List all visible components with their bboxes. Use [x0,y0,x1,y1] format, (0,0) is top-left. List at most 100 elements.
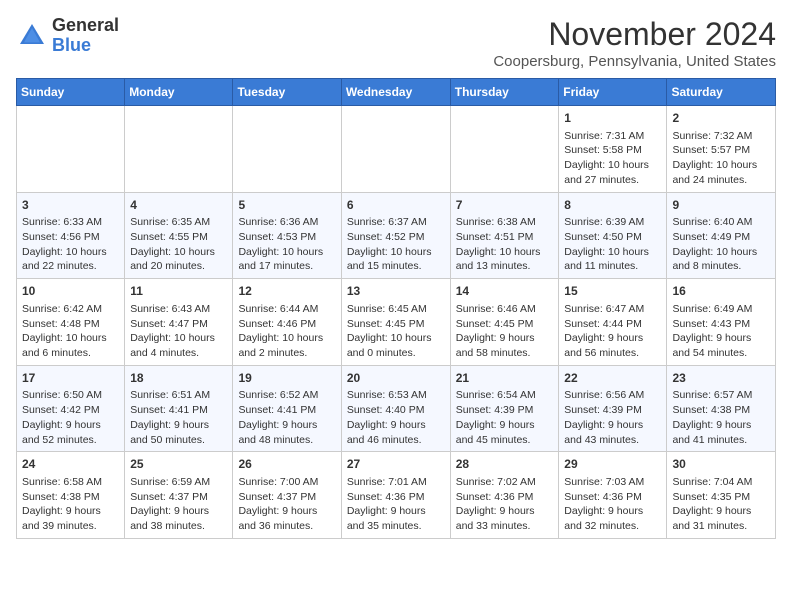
calendar-cell: 2 Sunrise: 7:32 AM Sunset: 5:57 PM Daylig… [667,106,776,193]
day-number: 19 [238,370,335,387]
calendar-cell [17,106,125,193]
calendar-week-0: 1Sunrise: 7:31 AM Sunset: 5:58 PM Daylig… [17,106,776,193]
day-number: 14 [456,283,554,300]
calendar-cell: 6Sunrise: 6:37 AM Sunset: 4:52 PM Daylig… [341,192,450,279]
calendar-cell: 29Sunrise: 7:03 AM Sunset: 4:36 PM Dayli… [559,452,667,539]
day-number: 5 [238,197,335,214]
calendar-cell: 13Sunrise: 6:45 AM Sunset: 4:45 PM Dayli… [341,279,450,366]
calendar-cell: 9Sunrise: 6:40 AM Sunset: 4:49 PM Daylig… [667,192,776,279]
calendar-cell: 19Sunrise: 6:52 AM Sunset: 4:41 PM Dayli… [233,365,341,452]
calendar-body: 1Sunrise: 7:31 AM Sunset: 5:58 PM Daylig… [17,106,776,539]
cell-info: Sunrise: 6:47 AM Sunset: 4:44 PM Dayligh… [564,302,661,361]
calendar-cell [125,106,233,193]
day-number: 3 [22,197,119,214]
cell-info: Sunrise: 6:35 AM Sunset: 4:55 PM Dayligh… [130,215,227,274]
day-number: 29 [564,456,661,473]
day-number: 4 [130,197,227,214]
calendar-cell: 26Sunrise: 7:00 AM Sunset: 4:37 PM Dayli… [233,452,341,539]
day-number: 17 [22,370,119,387]
day-number: 25 [130,456,227,473]
logo-blue: Blue [52,36,119,56]
calendar-cell: 17Sunrise: 6:50 AM Sunset: 4:42 PM Dayli… [17,365,125,452]
day-number: 12 [238,283,335,300]
day-number: 6 [347,197,445,214]
day-number: 28 [456,456,554,473]
calendar-cell: 25Sunrise: 6:59 AM Sunset: 4:37 PM Dayli… [125,452,233,539]
calendar-cell: 18Sunrise: 6:51 AM Sunset: 4:41 PM Dayli… [125,365,233,452]
calendar-cell: 10 Sunrise: 6:42 AM Sunset: 4:48 PM Dayli… [17,279,125,366]
day-number: 18 [130,370,227,387]
header-row: SundayMondayTuesdayWednesdayThursdayFrid… [17,79,776,106]
cell-info: Sunrise: 6:56 AM Sunset: 4:39 PM Dayligh… [564,388,661,447]
calendar-cell: 15 Sunrise: 6:47 AM Sunset: 4:44 PM Dayli… [559,279,667,366]
calendar-cell: 4Sunrise: 6:35 AM Sunset: 4:55 PM Daylig… [125,192,233,279]
calendar-cell: 1Sunrise: 7:31 AM Sunset: 5:58 PM Daylig… [559,106,667,193]
day-header-friday: Friday [559,79,667,106]
calendar-cell: 8Sunrise: 6:39 AM Sunset: 4:50 PM Daylig… [559,192,667,279]
cell-info: Sunrise: 7:04 AM Sunset: 4:35 PM Dayligh… [672,475,770,534]
cell-info: Sunrise: 6:57 AM Sunset: 4:38 PM Dayligh… [672,388,770,447]
cell-info: Sunrise: 7:01 AM Sunset: 4:36 PM Dayligh… [347,475,445,534]
calendar-cell: 24 Sunrise: 6:58 AM Sunset: 4:38 PM Dayli… [17,452,125,539]
day-number: 24 [22,456,119,473]
cell-info: Sunrise: 6:49 AM Sunset: 4:43 PM Dayligh… [672,302,770,361]
calendar-header: SundayMondayTuesdayWednesdayThursdayFrid… [17,79,776,106]
day-number: 16 [672,283,770,300]
calendar-cell: 27 Sunrise: 7:01 AM Sunset: 4:36 PM Dayli… [341,452,450,539]
cell-info: Sunrise: 6:38 AM Sunset: 4:51 PM Dayligh… [456,215,554,274]
day-number: 11 [130,283,227,300]
day-number: 21 [456,370,554,387]
calendar-cell: 7Sunrise: 6:38 AM Sunset: 4:51 PM Daylig… [450,192,559,279]
page-header: General Blue November 2024 Coopersburg, … [16,16,776,70]
calendar-cell: 11Sunrise: 6:43 AM Sunset: 4:47 PM Dayli… [125,279,233,366]
cell-info: Sunrise: 6:54 AM Sunset: 4:39 PM Dayligh… [456,388,554,447]
calendar-cell: 3Sunrise: 6:33 AM Sunset: 4:56 PM Daylig… [17,192,125,279]
cell-info: Sunrise: 6:50 AM Sunset: 4:42 PM Dayligh… [22,388,119,447]
calendar-cell: 20Sunrise: 6:53 AM Sunset: 4:40 PM Dayli… [341,365,450,452]
calendar-cell: 5Sunrise: 6:36 AM Sunset: 4:53 PM Daylig… [233,192,341,279]
calendar-cell: 16 Sunrise: 6:49 AM Sunset: 4:43 PM Dayli… [667,279,776,366]
day-header-thursday: Thursday [450,79,559,106]
logo-text: General Blue [52,16,119,56]
calendar-cell: 14 Sunrise: 6:46 AM Sunset: 4:45 PM Dayli… [450,279,559,366]
day-number: 2 [672,110,770,127]
calendar-cell: 12Sunrise: 6:44 AM Sunset: 4:46 PM Dayli… [233,279,341,366]
calendar-week-1: 3Sunrise: 6:33 AM Sunset: 4:56 PM Daylig… [17,192,776,279]
day-header-wednesday: Wednesday [341,79,450,106]
day-number: 30 [672,456,770,473]
day-number: 7 [456,197,554,214]
day-number: 10 [22,283,119,300]
calendar-week-3: 17Sunrise: 6:50 AM Sunset: 4:42 PM Dayli… [17,365,776,452]
calendar-cell [450,106,559,193]
day-number: 26 [238,456,335,473]
cell-info: Sunrise: 6:42 AM Sunset: 4:48 PM Dayligh… [22,302,119,361]
logo: General Blue [16,16,119,56]
calendar-cell [233,106,341,193]
calendar-table: SundayMondayTuesdayWednesdayThursdayFrid… [16,78,776,539]
cell-info: Sunrise: 6:33 AM Sunset: 4:56 PM Dayligh… [22,215,119,274]
logo-icon [16,20,48,52]
day-number: 1 [564,110,661,127]
day-number: 15 [564,283,661,300]
day-number: 22 [564,370,661,387]
day-number: 23 [672,370,770,387]
day-number: 9 [672,197,770,214]
cell-info: Sunrise: 6:58 AM Sunset: 4:38 PM Dayligh… [22,475,119,534]
calendar-cell: 28Sunrise: 7:02 AM Sunset: 4:36 PM Dayli… [450,452,559,539]
cell-info: Sunrise: 6:37 AM Sunset: 4:52 PM Dayligh… [347,215,445,274]
cell-info: Sunrise: 6:53 AM Sunset: 4:40 PM Dayligh… [347,388,445,447]
day-header-sunday: Sunday [17,79,125,106]
calendar-cell [341,106,450,193]
cell-info: Sunrise: 7:32 AM Sunset: 5:57 PM Dayligh… [672,129,770,188]
day-number: 27 [347,456,445,473]
day-number: 13 [347,283,445,300]
cell-info: Sunrise: 6:39 AM Sunset: 4:50 PM Dayligh… [564,215,661,274]
calendar-cell: 22Sunrise: 6:56 AM Sunset: 4:39 PM Dayli… [559,365,667,452]
month-title: November 2024 [493,16,776,53]
calendar-week-4: 24 Sunrise: 6:58 AM Sunset: 4:38 PM Dayli… [17,452,776,539]
cell-info: Sunrise: 6:40 AM Sunset: 4:49 PM Dayligh… [672,215,770,274]
calendar-cell: 23Sunrise: 6:57 AM Sunset: 4:38 PM Dayli… [667,365,776,452]
calendar-cell: 30 Sunrise: 7:04 AM Sunset: 4:35 PM Dayli… [667,452,776,539]
day-header-tuesday: Tuesday [233,79,341,106]
cell-info: Sunrise: 6:46 AM Sunset: 4:45 PM Dayligh… [456,302,554,361]
